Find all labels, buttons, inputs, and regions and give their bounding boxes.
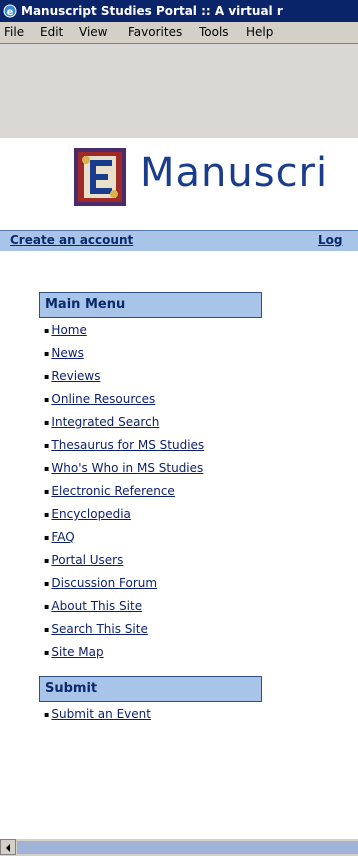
create-account-link[interactable]: Create an account	[10, 233, 133, 247]
menu-item-portal-users: ▪ Portal Users	[44, 553, 124, 567]
menu-item-search-site: ▪ Search This Site	[44, 622, 148, 636]
menu-item-encyclopedia: ▪ Encyclopedia	[44, 507, 131, 521]
menu-item-electronic-reference: ▪ Electronic Reference	[44, 484, 175, 498]
menu-item-thesaurus: ▪ Thesaurus for MS Studies	[44, 438, 205, 452]
menu-item-faq: ▪ FAQ	[44, 530, 75, 544]
menu-item-news: ▪ News	[44, 346, 84, 360]
menu-item-about-site: ▪ About This Site	[44, 599, 143, 613]
menu-item-integrated-search: ▪ Integrated Search	[44, 415, 160, 429]
page-viewport: Manuscri Create an account Log Main Menu…	[0, 44, 358, 838]
menu-favorites[interactable]: Favorites	[128, 22, 182, 43]
scroll-left-button[interactable]	[0, 839, 16, 855]
menu-item-submit-event: ▪ Submit an Event	[44, 707, 151, 721]
submit-menu-title: Submit	[39, 676, 262, 702]
scroll-track[interactable]	[17, 841, 358, 854]
horizontal-scrollbar[interactable]	[0, 838, 358, 856]
window-title: Manuscript Studies Portal :: A virtual r	[21, 4, 283, 18]
menu-file[interactable]: File	[4, 22, 24, 43]
menu-item-site-map: ▪ Site Map	[44, 645, 104, 659]
internet-explorer-icon: e	[2, 3, 18, 19]
site-title: Manuscri	[140, 150, 329, 196]
menu-edit[interactable]: Edit	[40, 22, 63, 43]
menu-bar: File Edit View Favorites Tools Help	[0, 22, 358, 44]
menu-item-home: ▪ Home	[44, 323, 87, 337]
menu-help[interactable]: Help	[246, 22, 273, 43]
main-menu-title: Main Menu	[39, 292, 262, 318]
top-navigation: Create an account Log	[0, 230, 358, 251]
illuminated-e-logo-icon	[74, 148, 126, 206]
menu-view[interactable]: View	[79, 22, 107, 43]
login-link[interactable]: Log	[318, 233, 342, 247]
menu-item-discussion-forum: ▪ Discussion Forum	[44, 576, 158, 590]
menu-tools[interactable]: Tools	[199, 22, 229, 43]
svg-text:e: e	[7, 7, 14, 18]
menu-item-reviews: ▪ Reviews	[44, 369, 101, 383]
menu-item-whos-who: ▪ Who's Who in MS Studies	[44, 461, 204, 475]
menu-item-online-resources: ▪ Online Resources	[44, 392, 156, 406]
header-band	[0, 44, 358, 138]
window-titlebar: e Manuscript Studies Portal :: A virtual…	[0, 0, 358, 22]
